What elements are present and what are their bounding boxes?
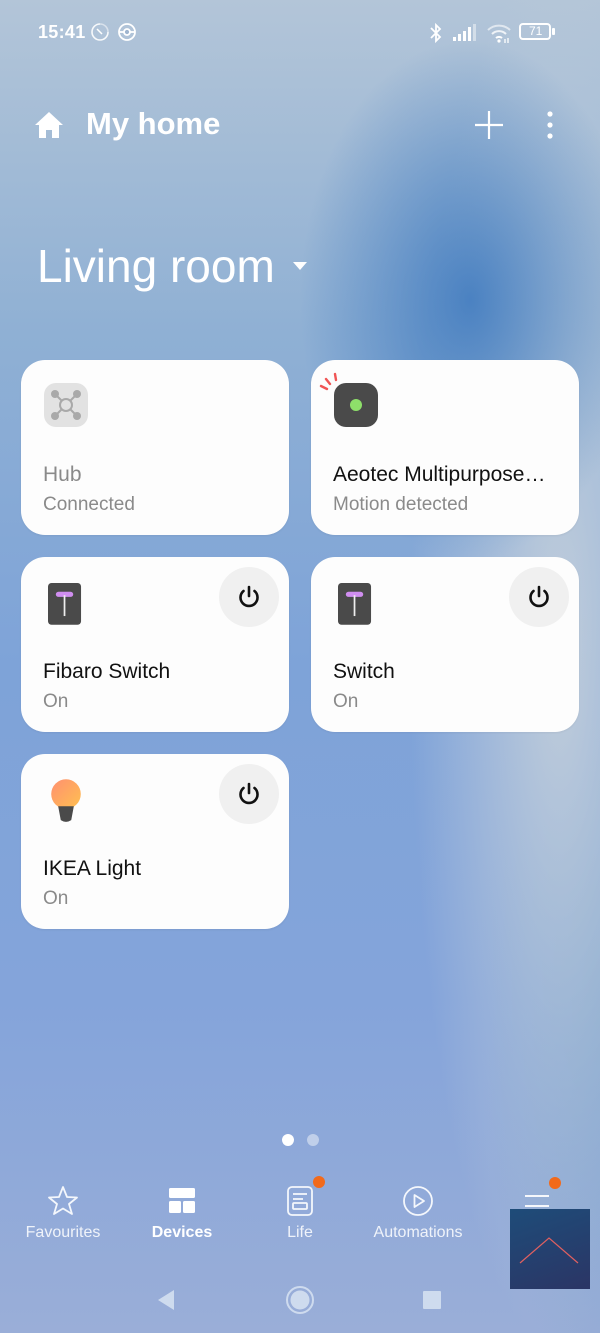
device-card-fibaro-switch[interactable]: Fibaro Switch On (21, 557, 289, 732)
nav-label: Life (287, 1224, 313, 1241)
power-toggle-button[interactable] (219, 764, 279, 824)
wifi-icon (487, 24, 511, 43)
device-status: Motion detected (333, 494, 469, 515)
nav-devices[interactable]: Devices (127, 1170, 237, 1250)
nav-label: Automations (373, 1224, 463, 1241)
home-icon (35, 112, 63, 138)
life-icon (287, 1186, 313, 1216)
device-name: Hub (43, 463, 82, 486)
device-card-ikea-light[interactable]: IKEA Light On (21, 754, 289, 929)
data-saver-icon (91, 23, 109, 41)
app-header: My home (0, 100, 600, 152)
nav-label: Devices (151, 1224, 213, 1241)
nav-automations[interactable]: Automations (363, 1170, 473, 1250)
page-indicator (282, 1134, 319, 1146)
location-icon (118, 23, 136, 41)
device-card-hub[interactable]: Hub Connected (21, 360, 289, 535)
device-name: Aeotec Multipurpose… (333, 463, 546, 486)
status-bar: 15:41 71 (0, 0, 600, 64)
home-title[interactable]: My home (86, 106, 220, 142)
back-icon[interactable] (150, 1282, 186, 1318)
more-options-button[interactable] (540, 108, 560, 142)
bulb-icon (51, 779, 81, 822)
devices-grid-icon (169, 1188, 195, 1213)
device-name: Fibaro Switch (43, 660, 171, 683)
notification-badge (549, 1177, 561, 1189)
device-name: Switch (333, 660, 395, 683)
status-time: 15:41 (38, 22, 86, 42)
power-toggle-button[interactable] (219, 567, 279, 627)
motion-sensor-icon (334, 383, 378, 427)
power-icon (239, 585, 259, 608)
nav-life[interactable]: Life (245, 1170, 355, 1250)
page-dot-2[interactable] (307, 1134, 319, 1146)
power-icon (239, 782, 259, 805)
device-status: On (333, 691, 359, 712)
device-status: On (43, 888, 69, 909)
star-icon (48, 1186, 78, 1215)
play-circle-icon (403, 1186, 433, 1216)
home-button-icon[interactable] (282, 1282, 318, 1318)
power-icon (529, 585, 549, 608)
system-nav-bar (0, 1270, 600, 1330)
add-button[interactable] (472, 108, 506, 142)
signal-icon (453, 24, 476, 41)
device-status: Connected (43, 494, 135, 515)
switch-icon (48, 583, 82, 625)
battery-icon: 71 (519, 23, 555, 40)
battery-level: 71 (529, 24, 543, 38)
switch-icon (338, 583, 372, 625)
recents-icon[interactable] (414, 1282, 450, 1318)
caret-down-icon (292, 262, 307, 270)
power-toggle-button[interactable] (509, 567, 569, 627)
page-dot-1[interactable] (282, 1134, 294, 1146)
room-selector[interactable]: Living room (37, 236, 307, 296)
notification-badge (313, 1176, 325, 1188)
hub-icon (44, 383, 88, 427)
room-name: Living room (37, 240, 275, 292)
device-card-aeotec[interactable]: Aeotec Multipurpose… Motion detected (311, 360, 579, 535)
nav-favourites[interactable]: Favourites (8, 1170, 118, 1250)
bluetooth-icon (430, 22, 442, 44)
device-status: On (43, 691, 69, 712)
device-card-switch[interactable]: Switch On (311, 557, 579, 732)
nav-label: Favourites (25, 1224, 101, 1241)
device-name: IKEA Light (43, 857, 142, 880)
